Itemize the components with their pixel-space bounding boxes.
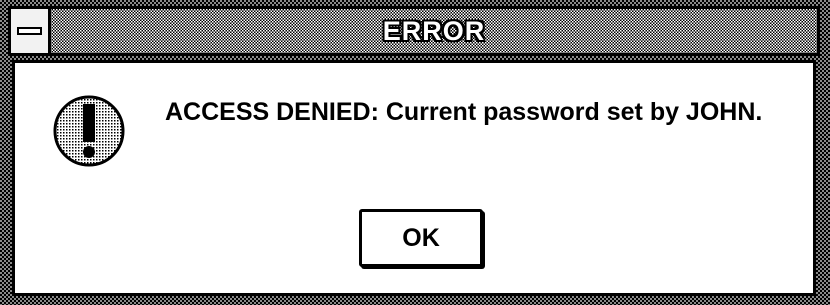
dialog-body: ACCESS DENIED: Current password set by J…	[12, 60, 816, 296]
dialog-title: ERROR	[382, 16, 486, 46]
error-dialog-window: ERROR ACCESS DENIED: Current password se…	[0, 0, 830, 305]
ok-button[interactable]: OK	[359, 209, 483, 267]
error-message: ACCESS DENIED: Current password set by J…	[165, 98, 763, 126]
title-bar[interactable]: ERROR	[8, 6, 820, 56]
system-menu-bar	[17, 27, 42, 35]
system-menu-icon[interactable]	[11, 9, 51, 53]
exclamation-icon	[51, 93, 127, 169]
